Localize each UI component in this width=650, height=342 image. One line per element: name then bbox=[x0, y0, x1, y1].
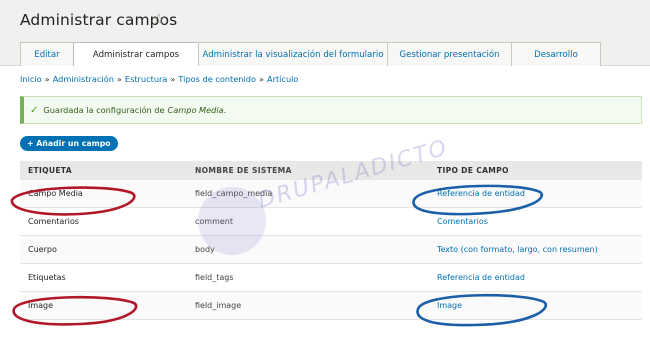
status-suffix: . bbox=[223, 105, 227, 115]
tab-administrar-formulario[interactable]: Administrar la visualización del formula… bbox=[198, 42, 388, 66]
breadcrumb-tipos-contenido[interactable]: Tipos de contenido bbox=[178, 74, 256, 84]
table-row: Comentarios comment Comentarios bbox=[20, 208, 642, 236]
breadcrumb-administracion[interactable]: Administración bbox=[53, 74, 114, 84]
row-machine-name: field_image bbox=[195, 301, 242, 310]
column-header-field-type: TIPO DE CAMPO bbox=[437, 166, 509, 175]
row-machine-name: body bbox=[195, 245, 215, 254]
status-prefix: Guardada la configuración de bbox=[43, 105, 165, 115]
table-row: Cuerpo body Texto (con formato, largo, c… bbox=[20, 236, 642, 264]
status-field: Campo Media bbox=[167, 105, 224, 115]
row-field-type-link[interactable]: Comentarios bbox=[437, 217, 488, 226]
status-message: ✓ Guardada la configuración de Campo Med… bbox=[20, 96, 642, 124]
row-field-type-link[interactable]: Texto (con formato, largo, con resumen) bbox=[437, 245, 598, 254]
primary-tabs: Editar Administrar campos Administrar la… bbox=[20, 42, 601, 66]
tab-administrar-campos[interactable]: Administrar campos bbox=[73, 42, 199, 66]
row-machine-name: comment bbox=[195, 217, 234, 226]
page-header: Administrar campos ☆ Editar Administrar … bbox=[0, 0, 650, 66]
breadcrumb-separator: » bbox=[258, 74, 264, 84]
row-label: Etiquetas bbox=[28, 273, 66, 282]
row-field-type-link[interactable]: Image bbox=[437, 301, 462, 310]
row-field-type-link[interactable]: Referencia de entidad bbox=[437, 189, 525, 198]
breadcrumb-inicio[interactable]: Inicio bbox=[20, 74, 42, 84]
breadcrumb-separator: » bbox=[116, 74, 122, 84]
check-icon: ✓ bbox=[30, 104, 39, 116]
row-machine-name: field_tags bbox=[195, 273, 234, 282]
table-row: Etiquetas field_tags Referencia de entid… bbox=[20, 264, 642, 292]
add-field-button[interactable]: + Añadir un campo bbox=[20, 136, 118, 151]
row-field-type-link[interactable]: Referencia de entidad bbox=[437, 273, 525, 282]
tab-editar[interactable]: Editar bbox=[20, 42, 74, 66]
column-header-label: ETIQUETA bbox=[28, 166, 72, 175]
tab-desarrollo[interactable]: Desarrollo bbox=[511, 42, 601, 66]
breadcrumb-separator: » bbox=[44, 74, 50, 84]
tab-gestionar-presentacion[interactable]: Gestionar presentación bbox=[387, 42, 512, 66]
row-label: Comentarios bbox=[28, 217, 79, 226]
breadcrumb-estructura[interactable]: Estructura bbox=[125, 74, 168, 84]
breadcrumb: Inicio» Administración» Estructura» Tipos d… bbox=[20, 74, 298, 84]
breadcrumb-articulo[interactable]: Artículo bbox=[267, 74, 298, 84]
table-row: Image field_image Image bbox=[20, 292, 642, 320]
star-icon[interactable]: ☆ bbox=[152, 10, 165, 28]
table-body: Campo Media field_campo_media Referencia… bbox=[20, 180, 642, 320]
breadcrumb-separator: » bbox=[170, 74, 176, 84]
row-label: Campo Media bbox=[28, 189, 83, 198]
row-label: Cuerpo bbox=[28, 245, 57, 254]
row-label: Image bbox=[28, 301, 54, 310]
